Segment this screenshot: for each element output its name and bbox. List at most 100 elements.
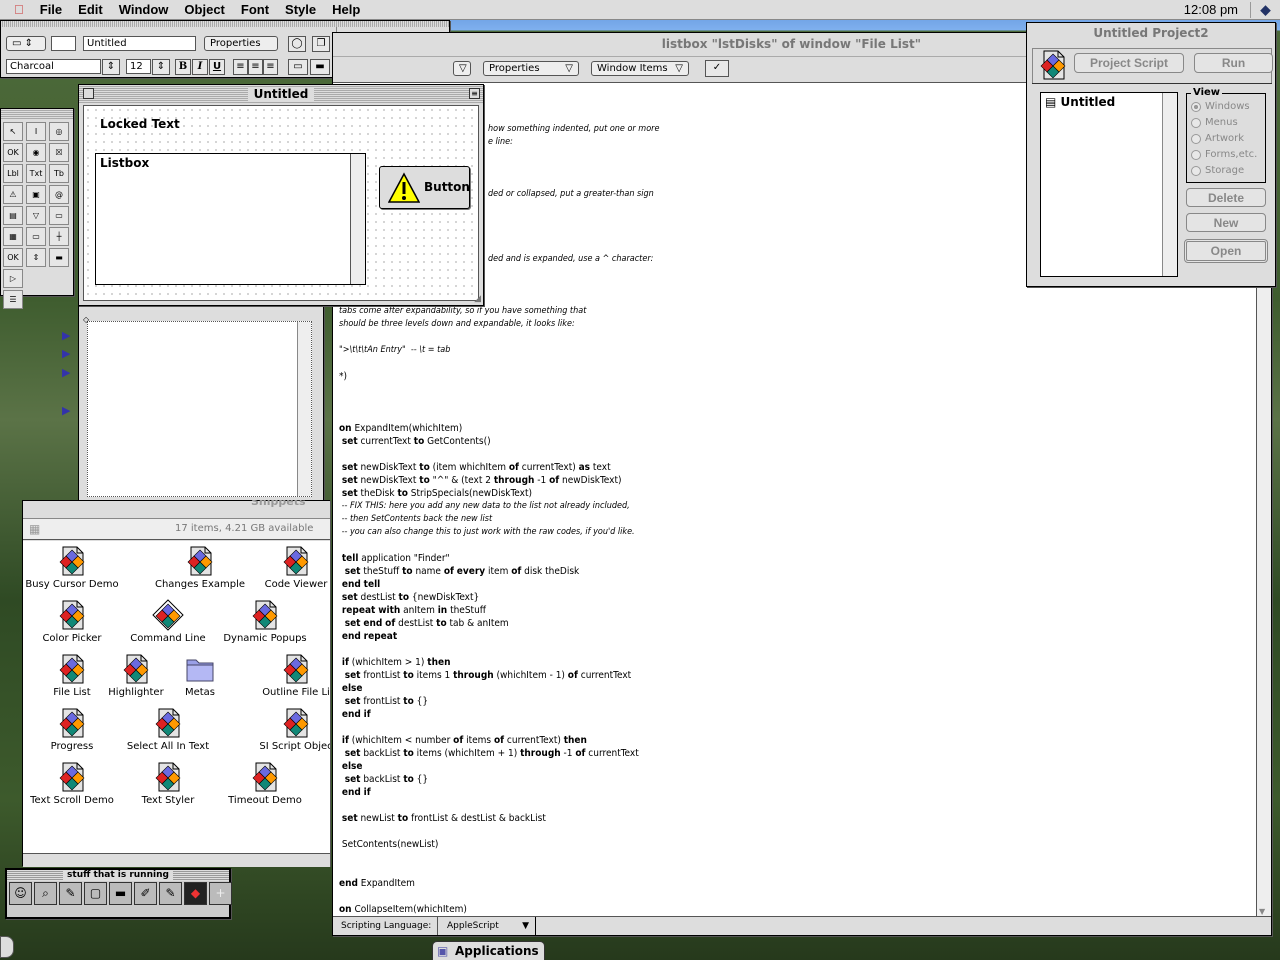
properties-popup[interactable]: Properties (204, 36, 278, 51)
apple-menu-icon[interactable]:  (0, 2, 32, 17)
menu-help[interactable]: Help (324, 2, 368, 17)
checkbox-tool-icon[interactable]: ☒ (49, 143, 69, 162)
view-radio-formsetc[interactable]: Forms,etc. (1191, 149, 1257, 160)
as-studio-app-icon[interactable]: ◆ (184, 882, 207, 905)
application-menu-icon[interactable]: ◆ (1250, 1, 1280, 18)
at-tool-icon[interactable]: @ (49, 185, 69, 204)
finder-item[interactable]: Metas (150, 653, 250, 698)
locked-text[interactable]: Locked Text (100, 117, 180, 131)
sherlock-app-icon[interactable]: ⌕ (34, 882, 57, 905)
finder-item[interactable]: Changes Example (150, 545, 250, 590)
grow-box-icon[interactable]: ◢ (474, 294, 481, 304)
disclosure-triangle-icon[interactable]: ▶ (62, 329, 70, 342)
finder-item[interactable]: Code Viewer (246, 545, 330, 590)
menu-object[interactable]: Object (176, 2, 232, 17)
disclosure-triangle-icon[interactable]: ▶ (62, 366, 70, 379)
project-item-list[interactable]: ▤ Untitled (1040, 92, 1178, 277)
menu-file[interactable]: File (32, 2, 70, 17)
arrow-tool-icon[interactable]: ↖ (3, 122, 23, 141)
list-tool-icon[interactable]: ▤ (3, 206, 23, 225)
finder-item[interactable]: SI Script Objec (246, 707, 330, 752)
layers-icon[interactable]: ❐ (312, 36, 330, 52)
project-script-button[interactable]: Project Script (1074, 53, 1184, 73)
new-button[interactable]: New (1186, 213, 1266, 232)
layout-window-title-bar[interactable]: Untitled (79, 85, 483, 103)
textfield-tool-icon[interactable]: Tb (49, 164, 69, 183)
view-radio-artwork[interactable]: Artwork (1191, 133, 1244, 144)
list-scrollbar[interactable] (1162, 93, 1177, 276)
language-popup[interactable]: AppleScript ▼ (439, 917, 536, 935)
project-window-title[interactable]: Untitled Project2 (1027, 23, 1275, 43)
bbedit-app-icon[interactable]: ✎ (159, 882, 182, 905)
finder-item[interactable]: Progress (23, 707, 122, 752)
italic-button[interactable]: I (192, 59, 208, 75)
finder-app-icon[interactable]: ☺ (9, 882, 32, 905)
disclosure-triangle-icon[interactable]: ▶ (62, 404, 70, 417)
appearance-app-icon[interactable]: ▢ (84, 882, 107, 905)
font-field[interactable]: Charcoal (6, 59, 101, 74)
resize-handle-icon[interactable]: ◇ (83, 315, 89, 324)
slider-tool-icon[interactable]: ⇕ (26, 248, 46, 267)
font-stepper[interactable]: ⇕ (102, 59, 120, 75)
menu-style[interactable]: Style (277, 2, 324, 17)
object-type-popup[interactable]: ▭ ⇕ (6, 36, 46, 51)
view-radio-storage[interactable]: Storage (1191, 165, 1244, 176)
cfield-tool-icon[interactable]: ▭ (49, 206, 69, 225)
window-items-popup[interactable]: Window Items ▽ (591, 61, 689, 76)
default-button-tool-icon[interactable]: OK (3, 248, 23, 267)
popup-tool-icon[interactable]: ▽ (26, 206, 46, 225)
run-button[interactable]: Run (1194, 53, 1273, 73)
view-radio-windows[interactable]: Windows (1191, 101, 1250, 112)
balloon-icon[interactable]: ◯ (288, 36, 306, 52)
applications-tab[interactable]: ▣ Applications (432, 941, 545, 960)
check-syntax-button[interactable]: ✓ (705, 60, 729, 77)
warning-tool-icon[interactable]: ⚠ (3, 185, 23, 204)
object-popup[interactable]: ▽ (453, 61, 471, 76)
script-editor-app-icon[interactable]: ✎ (59, 882, 82, 905)
menu-window[interactable]: Window (111, 2, 177, 17)
view-grid-icon[interactable]: ▦ (29, 522, 40, 536)
listbox[interactable]: Listbox (95, 153, 366, 285)
frame-outline-icon[interactable]: ▭ (288, 59, 308, 75)
radio-tool-icon[interactable]: ◉ (26, 143, 46, 162)
finder-item[interactable]: Dynamic Popups (215, 599, 315, 644)
close-box-icon[interactable] (83, 88, 94, 99)
list-item[interactable]: ▤ Untitled (1041, 93, 1177, 111)
open-button[interactable]: Open (1184, 239, 1268, 263)
target-tool-icon[interactable]: ◎ (49, 122, 69, 141)
ibeam-tool-icon[interactable]: I (26, 122, 46, 141)
delete-button[interactable]: Delete (1186, 188, 1266, 207)
label-tool-icon[interactable]: Lbl (3, 164, 23, 183)
picture-tool-icon[interactable]: ▣ (26, 185, 46, 204)
size-field[interactable]: 12 (126, 59, 151, 74)
progress-tool-icon[interactable]: ▬ (49, 248, 69, 267)
finder-window-title[interactable]: Snippets (251, 500, 306, 508)
finder-item[interactable]: Command Line (118, 599, 218, 644)
bold-button[interactable]: B (175, 59, 191, 75)
menu-edit[interactable]: Edit (70, 2, 111, 17)
finder-item[interactable]: Busy Cursor Demo (23, 545, 122, 590)
file-listbox[interactable] (87, 321, 312, 497)
finder-item[interactable]: Color Picker (23, 599, 122, 644)
finder-item[interactable]: Timeout Demo (215, 761, 315, 806)
object-name-field[interactable]: Untitled (83, 36, 196, 51)
align-right-icon[interactable]: ≡ (263, 59, 278, 75)
collapse-box-icon[interactable]: ≡ (469, 88, 480, 99)
finder-item[interactable]: Select All In Text (118, 707, 218, 752)
finder-item[interactable]: Outline File Li (246, 653, 330, 698)
align-center-icon[interactable]: ≡ (248, 59, 263, 75)
rect-tool-icon[interactable]: ▭ (26, 227, 46, 246)
palette-drag-bar[interactable] (1, 109, 73, 120)
line-tool-icon[interactable]: ┼ (49, 227, 69, 246)
table-tool-icon[interactable]: ▦ (3, 227, 23, 246)
align-left-icon[interactable]: ≡ (233, 59, 248, 75)
finder-item[interactable]: Text Styler (118, 761, 218, 806)
color-swatch[interactable] (51, 36, 76, 51)
add-app-icon[interactable]: + (209, 882, 232, 905)
view-radio-menus[interactable]: Menus (1191, 117, 1238, 128)
graphic-converter-app-icon[interactable]: ✐ (134, 882, 157, 905)
text-tool-icon[interactable]: Txt (26, 164, 46, 183)
menubar-clock[interactable]: 12:08 pm (1184, 2, 1238, 17)
finder-icon-view[interactable]: Busy Cursor Demo Changes Example Code View… (23, 541, 330, 853)
disclosure-triangle-icon[interactable]: ▶ (62, 347, 70, 360)
